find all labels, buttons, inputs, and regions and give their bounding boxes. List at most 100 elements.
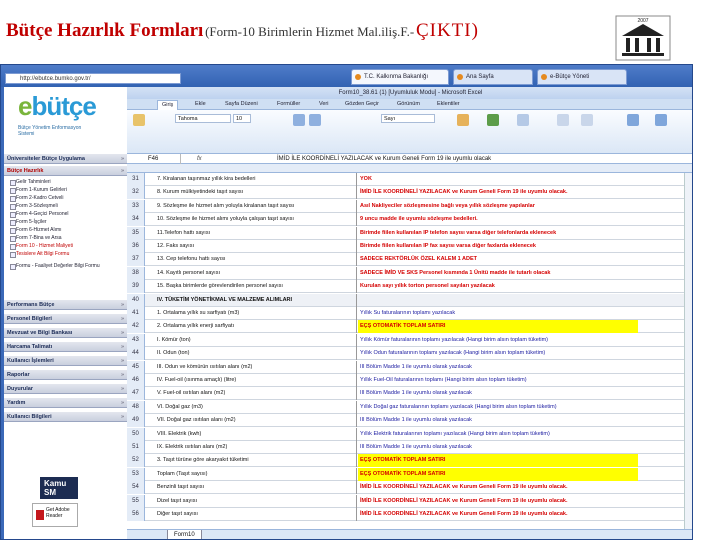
- row-number[interactable]: 53: [127, 467, 145, 481]
- tab-formuller[interactable]: Formüller: [273, 100, 304, 109]
- cell-note[interactable]: İMİD İLE KOORDİNELİ YAZILACAK ve Kurum G…: [358, 508, 638, 521]
- sidebar-section-harcama[interactable]: Harcama Talimatı: [4, 341, 127, 352]
- row-number[interactable]: 43: [127, 333, 145, 347]
- row-number[interactable]: 34: [127, 213, 145, 227]
- sort-icon[interactable]: [627, 114, 639, 126]
- cell-note[interactable]: Kurulan sayı yıllık torton personel sayı…: [358, 280, 638, 293]
- row-number[interactable]: 35: [127, 226, 145, 240]
- row-number[interactable]: 42: [127, 320, 145, 334]
- table-row[interactable]: 31 7. Kiralanan taşınmaz yıllık kira bede…: [127, 173, 692, 186]
- sidebar-section-kullanici-bilgi[interactable]: Kullanıcı Bilgileri: [4, 411, 127, 422]
- row-number[interactable]: 38: [127, 266, 145, 280]
- cell-note[interactable]: EÇŞ OTOMATİK TOPLAM SATIRI: [358, 454, 638, 468]
- sidebar-item-4[interactable]: Form 3-Sözleşmeli: [10, 203, 110, 210]
- cell-label[interactable]: 15. Başka birimlerde görevlendirilen per…: [157, 280, 357, 294]
- cell-note[interactable]: Yıllık Doğal gaz faturalarının toplamı y…: [358, 401, 638, 414]
- name-box[interactable]: F46: [145, 154, 181, 164]
- row-number[interactable]: 52: [127, 454, 145, 468]
- cell-label[interactable]: 12. Faks sayısı: [157, 240, 357, 253]
- table-row[interactable]: 51 IX. Elektrik ısıtılan alanı (m2) III Bö…: [127, 441, 692, 454]
- cell-label[interactable]: 14. Kayıtlı personel sayısı: [157, 266, 357, 280]
- sidebar-section-uygulama[interactable]: Üniversiteler Bütçe Uygulama: [4, 153, 127, 164]
- cell-label[interactable]: Benzinli taşıt sayısı: [157, 481, 357, 495]
- cell-label[interactable]: 2. Ortalama yıllık enerji sarfiyatı: [157, 320, 357, 334]
- cell-note[interactable]: III Bölüm Madde 1 ile uyumlu olarak yazı…: [358, 387, 638, 400]
- cell-note[interactable]: Yıllık Elektrik faturalarının toplamı ya…: [358, 428, 638, 441]
- table-row[interactable]: 47 V. Fuel-oil ısıtılan alanı (m2) III Böl…: [127, 387, 692, 401]
- vertical-scrollbar[interactable]: [684, 173, 692, 529]
- table-row[interactable]: 55 Dizel taşıt sayısı İMİD İLE KOORDİNELİ …: [127, 494, 692, 508]
- row-number[interactable]: 40: [127, 293, 145, 307]
- table-row[interactable]: 37 13. Cep telefonu hattı sayısı SADECE RE…: [127, 253, 692, 267]
- table-row[interactable]: 38 14. Kayıtlı personel sayısı SADECE İMİD…: [127, 266, 692, 280]
- cell-note[interactable]: Asıl Nakliyeciler sözleşmesine bağlı vey…: [358, 200, 638, 213]
- cell-label[interactable]: II. Odun (ton): [157, 347, 357, 361]
- cell-label[interactable]: 8. Kurum mülkiyetindeki taşıt sayısı: [157, 186, 357, 200]
- browser-tab-2[interactable]: Ana Sayfa: [453, 69, 533, 85]
- font-size-box[interactable]: 10: [233, 114, 251, 123]
- formula-value[interactable]: İMİD İLE KOORDİNELİ YAZILACAK ve Kurum G…: [277, 154, 491, 164]
- cell-label[interactable]: 3. Taşıt türüne göre akaryakıt tüketimi: [157, 454, 357, 468]
- cell-label[interactable]: 9. Sözleşme ile hizmet alım yoluyla kira…: [157, 199, 357, 213]
- sidebar-item-3[interactable]: Form 2-Kadro Cetveli: [10, 195, 110, 202]
- row-number[interactable]: 51: [127, 441, 145, 454]
- cell-label[interactable]: III. Odun ve kömürün ısıtılan alanı (m2): [157, 360, 357, 374]
- cell-label[interactable]: 11.Telefon hattı sayısı: [157, 226, 357, 240]
- row-number[interactable]: 36: [127, 240, 145, 253]
- font-name-box[interactable]: Tahoma: [175, 114, 231, 123]
- row-number[interactable]: 44: [127, 347, 145, 361]
- adobe-reader-badge[interactable]: Get Adobe Reader: [32, 503, 78, 527]
- sidebar-item-2[interactable]: Form 1-Kurum Gelirleri: [10, 187, 110, 194]
- sidebar-section-mevzuat[interactable]: Mevzuat ve Bilgi Bankası: [4, 327, 127, 338]
- sidebar-section-raporlar[interactable]: Raporlar: [4, 369, 127, 380]
- sidebar-item-1[interactable]: Gelir Tahminleri: [10, 179, 110, 186]
- row-number[interactable]: 37: [127, 253, 145, 267]
- conditional-format-icon[interactable]: [457, 114, 469, 126]
- cell-note[interactable]: SADECE REKTÖRLÜK ÖZEL KALEM 1 ADET: [358, 253, 638, 266]
- table-row[interactable]: 35 11.Telefon hattı sayısı Birimde fiilen …: [127, 226, 692, 240]
- ebutce-logo[interactable]: ebütçe: [18, 91, 97, 122]
- tab-gorunum[interactable]: Görünüm: [393, 100, 424, 109]
- sidebar-item-11[interactable]: Formu - Faaliyet Değerler Bilgi Formu: [10, 263, 110, 270]
- cell-note[interactable]: Yıllık Fuel-Oil faturalarının toplamı (H…: [358, 374, 638, 387]
- cell-note[interactable]: İMİD İLE KOORDİNELİ YAZILACAK ve Kurum G…: [358, 495, 638, 508]
- sheet-tab-form10[interactable]: Form10: [167, 530, 202, 539]
- cell-note[interactable]: III Bölüm Madde 1 ile uyumlu olarak yazı…: [358, 414, 638, 427]
- table-row[interactable]: 40 IV. TÜKETİM YÖNETİKMAL VE MALZEME ALIM…: [127, 293, 692, 307]
- table-row[interactable]: 46 IV. Fuel-oil (ısınma amaçlı) (litre) Yı…: [127, 374, 692, 387]
- row-number[interactable]: 46: [127, 374, 145, 387]
- kamu-sm-logo[interactable]: Kamu SM: [40, 477, 78, 499]
- browser-tab-1[interactable]: T.C. Kalkınma Bakanlığı: [351, 69, 449, 85]
- sidebar-section-kullanici[interactable]: Kullanıcı İşlemleri: [4, 355, 127, 366]
- table-row[interactable]: 42 2. Ortalama yıllık enerji sarfiyatı EÇŞ…: [127, 320, 692, 334]
- cell-note[interactable]: Yıllık Su faturalarının toplamı yazılaca…: [358, 307, 638, 320]
- tab-eklentiler[interactable]: Eklentiler: [433, 100, 464, 109]
- table-row[interactable]: 43 I. Kömür (ton) Yıllık Kömür faturaların…: [127, 333, 692, 347]
- browser-tab-3[interactable]: e-Bütçe Yöneti: [537, 69, 627, 85]
- sidebar-section-performans[interactable]: Performans Bütçe: [4, 299, 127, 310]
- row-number[interactable]: 33: [127, 199, 145, 213]
- row-number[interactable]: 55: [127, 494, 145, 508]
- tab-giris[interactable]: Giriş: [157, 100, 179, 110]
- row-number[interactable]: 31: [127, 173, 145, 186]
- fx-icon[interactable]: fx: [197, 154, 202, 164]
- align-icon[interactable]: [293, 114, 305, 126]
- row-number[interactable]: 47: [127, 387, 145, 401]
- table-row[interactable]: 50 VIII. Elektrik (kwh) Yıllık Elektrik fa…: [127, 427, 692, 441]
- sidebar-section-duyurular[interactable]: Duyurular: [4, 383, 127, 394]
- table-row[interactable]: 32 8. Kurum mülkiyetindeki taşıt sayısı İM…: [127, 186, 692, 200]
- table-row[interactable]: 54 Benzinli taşıt sayısı İMİD İLE KOORDİNE…: [127, 481, 692, 495]
- cell-note[interactable]: 9 uncu madde ile uyumlu sözleşme bedelle…: [358, 213, 638, 226]
- cell-note[interactable]: Yıllık Odun faturalarının toplamı yazıla…: [358, 347, 638, 360]
- cell-note[interactable]: SADECE İMİD VE SKS Personel kısmında 1 Ü…: [358, 267, 638, 280]
- cell-note[interactable]: YOK: [358, 173, 638, 186]
- sidebar-item-8[interactable]: Form 7-Bina ve Arsa: [10, 235, 110, 242]
- table-row[interactable]: 34 10. Sözleşme ile hizmet alımı yoluyla …: [127, 213, 692, 227]
- table-row[interactable]: 36 12. Faks sayısı Birimde fiilen kullanıl…: [127, 240, 692, 253]
- row-number[interactable]: 50: [127, 427, 145, 441]
- cell-note[interactable]: Yıllık Kömür faturalarının toplamı yazıl…: [358, 334, 638, 347]
- cell-label[interactable]: 7. Kiralanan taşınmaz yıllık kira bedell…: [157, 173, 357, 186]
- sidebar-section-hazirlik[interactable]: Bütçe Hazırlık: [4, 165, 127, 176]
- cell-note[interactable]: III Bölüm Madde 1 ile uyumlu olarak yazı…: [358, 441, 638, 454]
- cell-label[interactable]: 1. Ortalama yıllık su sarfiyatı (m3): [157, 307, 357, 320]
